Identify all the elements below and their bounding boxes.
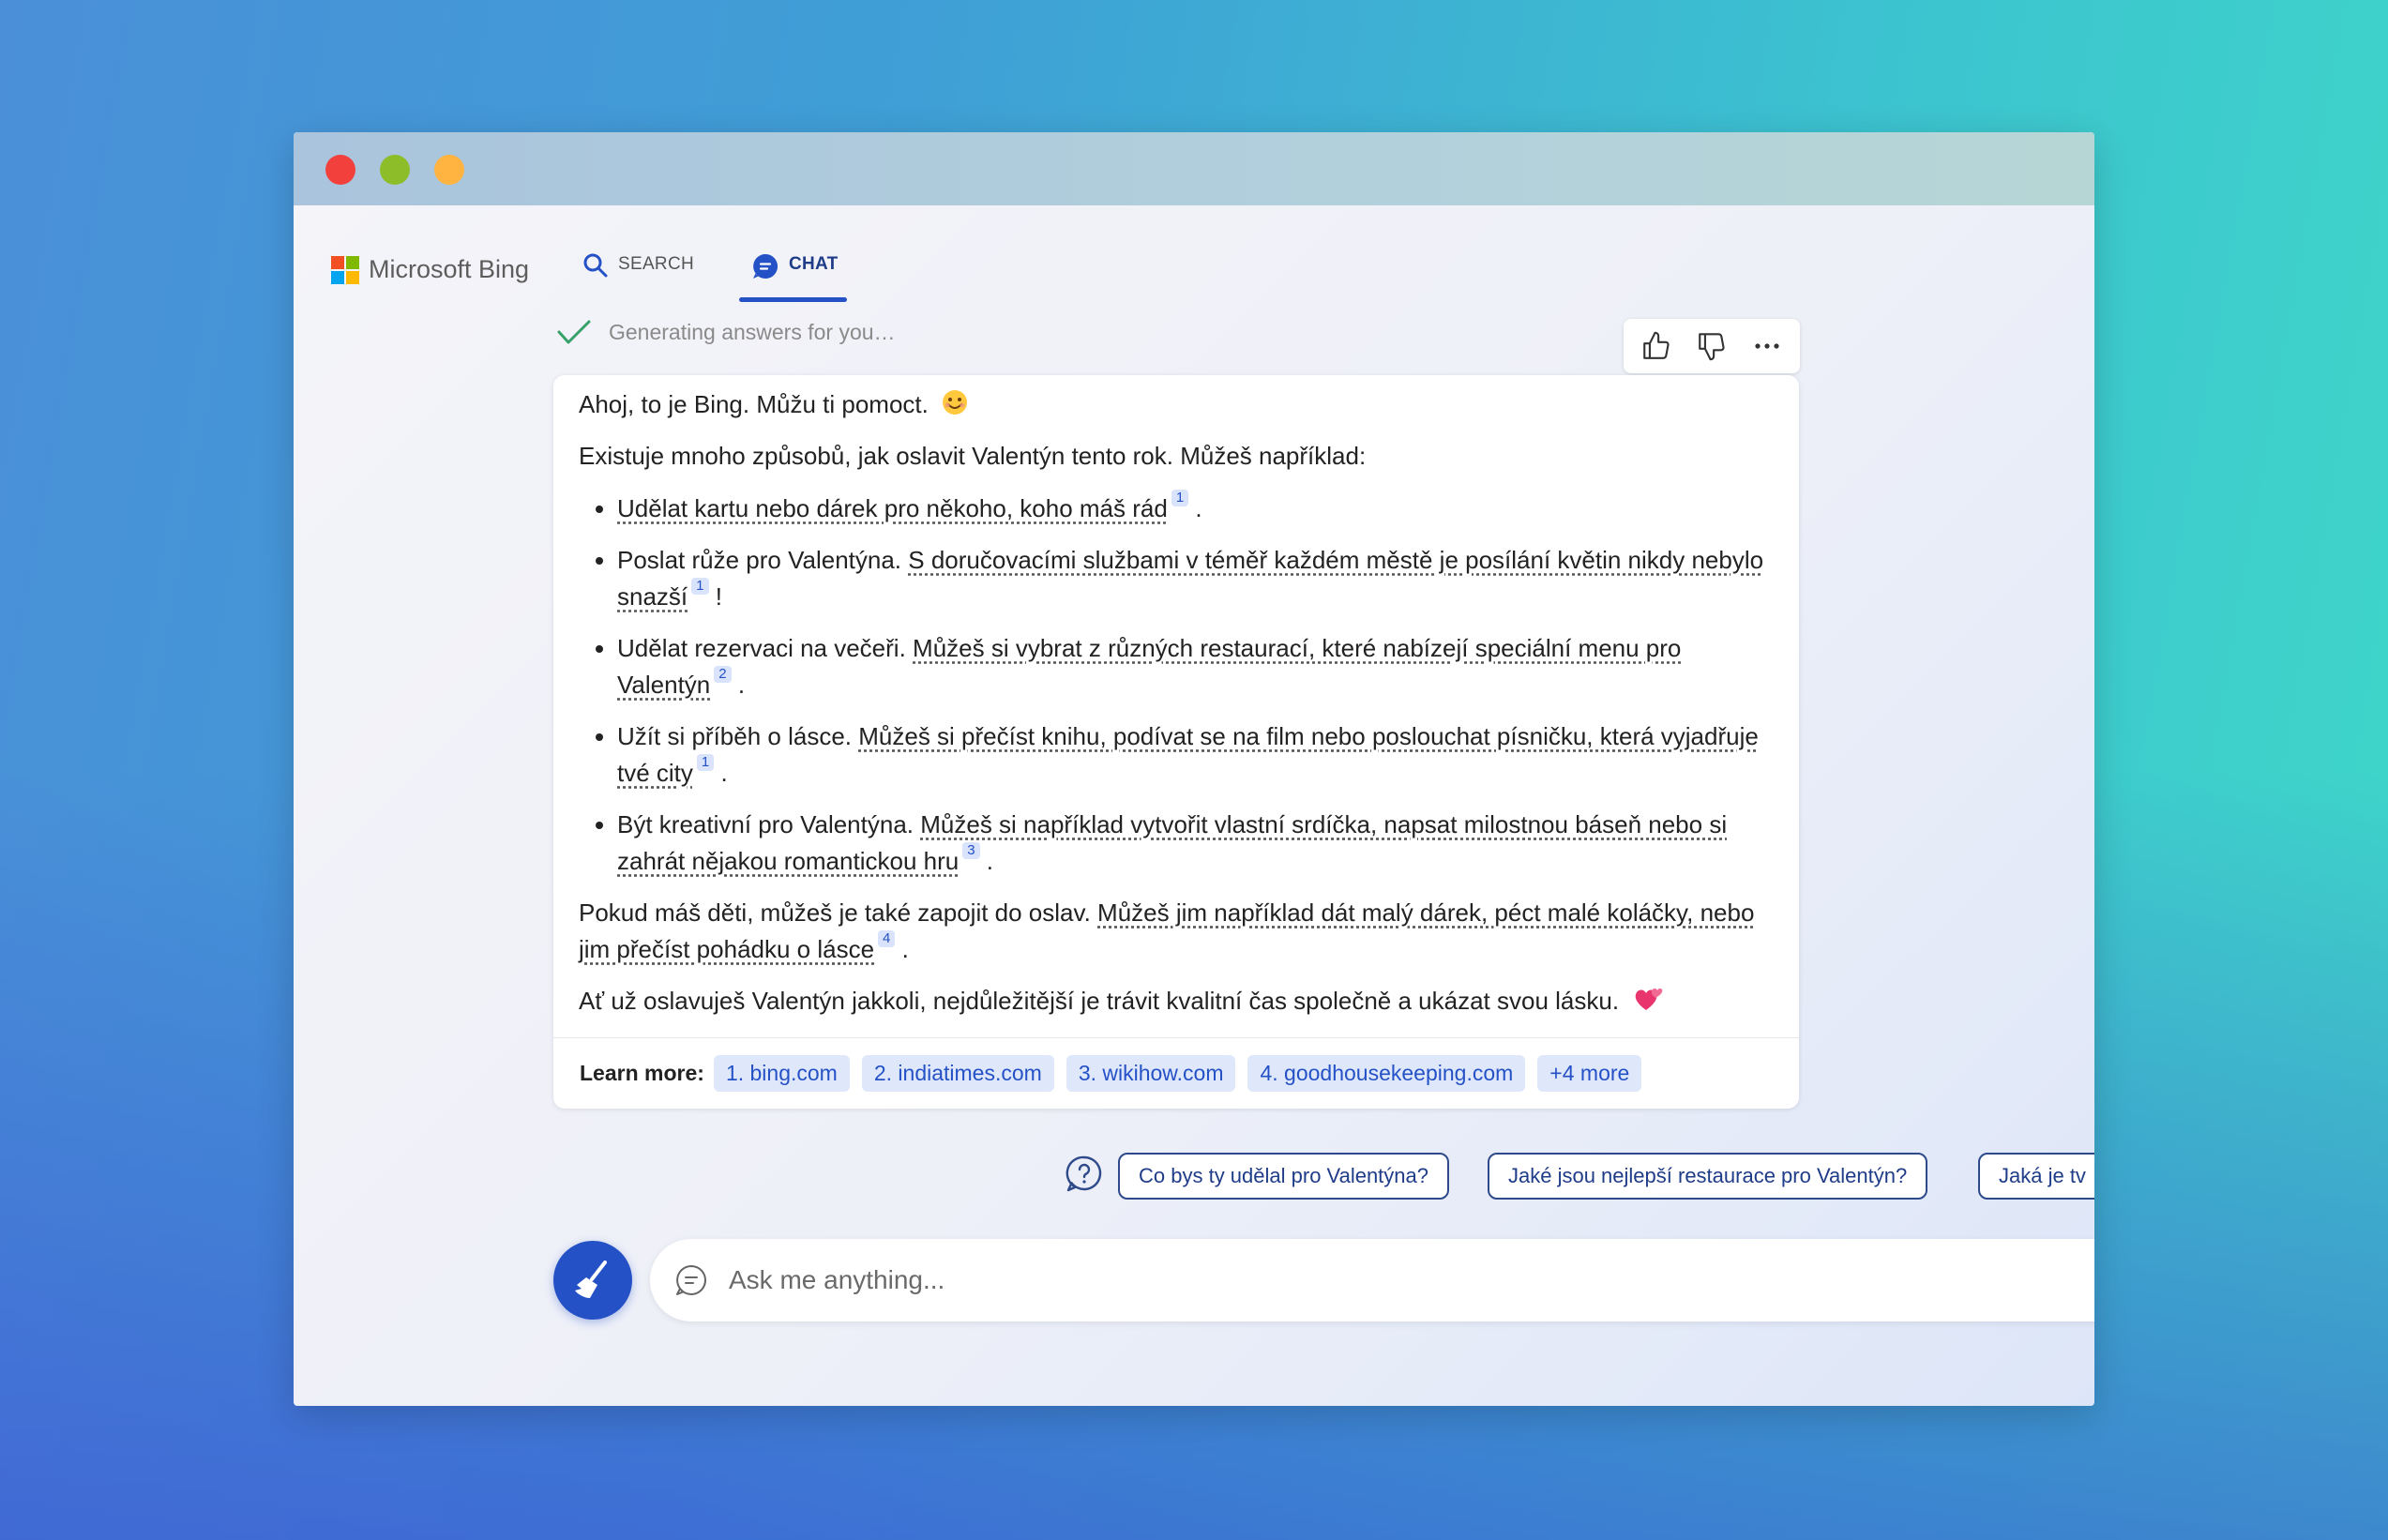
thumbs-up-button[interactable] xyxy=(1633,323,1680,370)
source-link[interactable]: 3. wikihow.com xyxy=(1066,1055,1236,1092)
list-item: Poslat růže pro Valentýna. S doručovacím… xyxy=(617,542,1775,614)
more-options-button[interactable] xyxy=(1744,323,1791,370)
app-window: Microsoft Bing SEARCH CHAT Generating an… xyxy=(294,132,2094,1406)
citation-badge[interactable]: 1 xyxy=(691,578,709,595)
suggestion-chip[interactable]: Co bys ty udělal pro Valentýna? xyxy=(1118,1153,1449,1200)
new-topic-button[interactable] xyxy=(553,1241,632,1320)
learn-more-label: Learn more: xyxy=(580,1061,704,1085)
question-icon xyxy=(1066,1155,1102,1192)
greeting-paragraph: Ahoj, to je Bing. Můžu ti pomoct. xyxy=(579,386,1775,422)
kids-text: Pokud máš děti, můžeš je také zapojit do… xyxy=(579,898,1098,927)
punctuation: . xyxy=(1195,494,1202,522)
tab-search-label: SEARCH xyxy=(618,254,694,274)
answer-card: Ahoj, to je Bing. Můžu ti pomoct. Existu… xyxy=(553,375,1799,1109)
intro-paragraph: Existuje mnoho způsobů, jak oslavit Vale… xyxy=(579,442,1367,470)
citation-badge[interactable]: 1 xyxy=(1171,490,1189,506)
item-text: Poslat růže pro Valentýna. xyxy=(617,546,909,574)
closing-paragraph: Ať už oslavuješ Valentýn jakkoli, nejdůl… xyxy=(579,983,1775,1019)
punctuation: . xyxy=(901,935,909,963)
thumbs-down-button[interactable] xyxy=(1688,323,1735,370)
source-link[interactable]: 2. indiatimes.com xyxy=(861,1055,1054,1092)
check-icon xyxy=(557,320,591,344)
two-hearts-emoji-icon xyxy=(1636,988,1663,1010)
close-window-button[interactable] xyxy=(325,155,355,185)
thumbs-down-icon xyxy=(1699,333,1725,361)
item-text: Udělat rezervaci na večeři. xyxy=(617,634,914,662)
tab-search[interactable]: SEARCH xyxy=(582,253,694,310)
chat-input-bar xyxy=(650,1239,2094,1321)
brand-name: Microsoft Bing xyxy=(369,255,530,283)
list-item: Být kreativní pro Valentýna. Můžeš si na… xyxy=(617,807,1775,879)
citation-badge[interactable]: 3 xyxy=(962,842,980,859)
suggestion-chip[interactable]: Jaká je tv xyxy=(1978,1153,2094,1200)
search-icon xyxy=(583,253,608,278)
chat-icon xyxy=(753,253,778,279)
title-bar xyxy=(294,132,2094,205)
closing-text: Ať už oslavuješ Valentýn jakkoli, nejdůl… xyxy=(579,987,1620,1015)
status-text: Generating answers for you… xyxy=(609,319,896,344)
punctuation: ! xyxy=(715,582,722,611)
citation-badge[interactable]: 4 xyxy=(878,930,896,947)
source-link[interactable]: 4. goodhousekeeping.com xyxy=(1247,1055,1526,1092)
more-icon xyxy=(1755,343,1779,349)
punctuation: . xyxy=(720,759,728,787)
minimize-window-button[interactable] xyxy=(380,155,410,185)
item-text: Užít si příběh o lásce. xyxy=(617,722,859,750)
punctuation: . xyxy=(986,847,994,875)
smile-emoji-icon xyxy=(943,390,968,415)
cited-text[interactable]: Udělat kartu nebo dárek pro někoho, koho… xyxy=(617,494,1168,522)
ideas-list: Udělat kartu nebo dárek pro někoho, koho… xyxy=(579,490,1775,879)
generating-status: Generating answers for you… xyxy=(556,318,896,346)
suggestion-chip[interactable]: Jaké jsou nejlepší restaurace pro Valent… xyxy=(1488,1153,1928,1200)
greeting-text: Ahoj, to je Bing. Můžu ti pomoct. xyxy=(579,390,929,418)
list-item: Udělat rezervaci na večeři. Můžeš si vyb… xyxy=(617,630,1775,702)
source-link[interactable]: 1. bing.com xyxy=(713,1055,850,1092)
thumbs-up-icon xyxy=(1643,331,1670,359)
list-item: Užít si příběh o lásce. Můžeš si přečíst… xyxy=(617,718,1775,791)
kids-paragraph: Pokud máš děti, můžeš je také zapojit do… xyxy=(579,895,1775,967)
item-text: Být kreativní pro Valentýna. xyxy=(617,810,921,838)
list-item: Udělat kartu nebo dárek pro někoho, koho… xyxy=(617,490,1775,526)
active-tab-indicator xyxy=(739,297,847,302)
bing-logo[interactable]: Microsoft Bing xyxy=(331,255,529,284)
microsoft-logo-icon xyxy=(331,255,359,284)
chat-input[interactable] xyxy=(727,1264,1856,1296)
maximize-window-button[interactable] xyxy=(434,155,464,185)
learn-more-bar: Learn more: 1. bing.com 2. indiatimes.co… xyxy=(553,1037,1799,1109)
punctuation: . xyxy=(737,671,746,699)
tab-chat-label: CHAT xyxy=(789,254,839,274)
citation-badge[interactable]: 1 xyxy=(696,754,715,771)
broom-icon xyxy=(575,1261,607,1298)
citation-badge[interactable]: 2 xyxy=(714,666,732,683)
tab-chat[interactable]: CHAT xyxy=(751,253,839,310)
more-sources-button[interactable]: +4 more xyxy=(1537,1055,1642,1092)
message-actions xyxy=(1624,319,1800,373)
chat-bubble-icon xyxy=(676,1265,706,1295)
